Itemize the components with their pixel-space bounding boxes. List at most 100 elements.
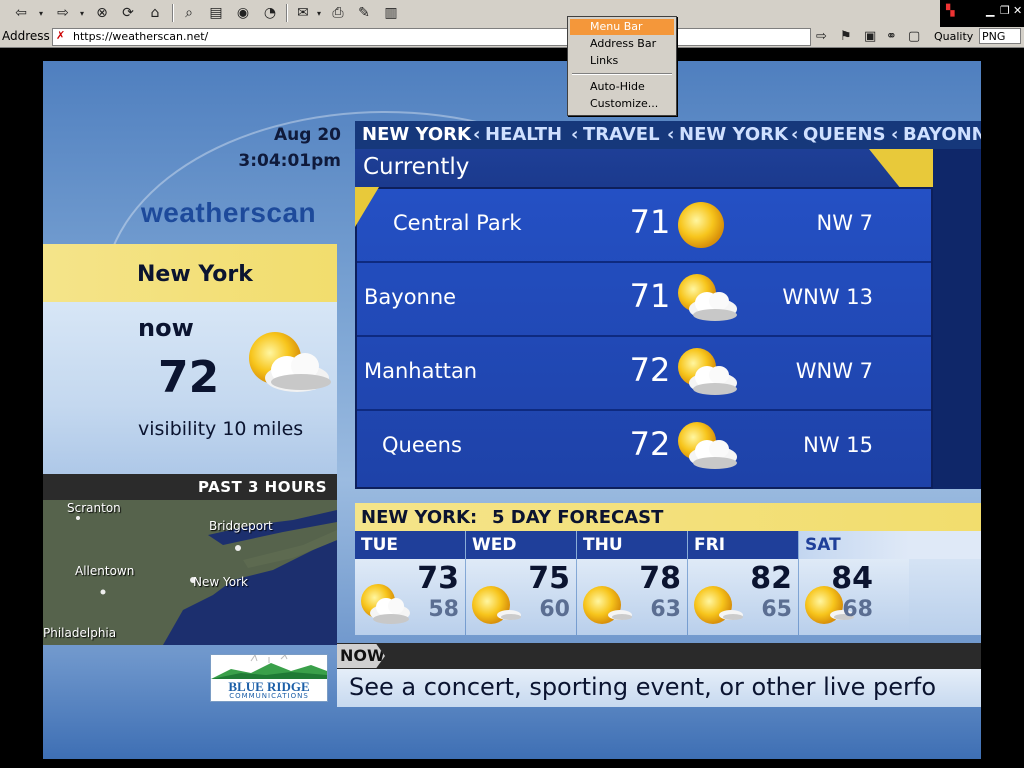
now-tag: NOW <box>337 644 385 668</box>
binoculars-icon[interactable]: ⚭ <box>886 29 897 44</box>
menu-item-menu-bar[interactable]: Menu Bar <box>570 19 674 35</box>
forecast-day-name: SAT <box>805 535 841 555</box>
forecast-low: 68 <box>842 597 873 622</box>
window-controls: ▚ ▁ ❐ ✕ <box>940 0 1024 27</box>
home-icon[interactable]: ⌂ <box>143 3 167 23</box>
forecast-low: 65 <box>761 597 792 622</box>
edit-icon[interactable]: ✎ <box>353 3 375 23</box>
forward-dropdown-icon[interactable]: ▾ <box>77 3 87 23</box>
print-icon[interactable]: ⎙ <box>327 3 349 23</box>
table-row: Bayonne 71 WNW 13 <box>357 263 931 337</box>
forward-arrow-icon[interactable]: ⇨ <box>50 3 76 23</box>
back-dropdown-icon[interactable]: ▾ <box>36 3 46 23</box>
search-icon[interactable]: ⌕ <box>178 3 200 23</box>
radar-label-bridgeport: Bridgeport <box>209 519 273 533</box>
save-page-icon[interactable]: ▣ <box>864 29 876 44</box>
clipboard-icon[interactable]: ▢ <box>908 29 920 44</box>
table-row: Manhattan 72 WNW 7 <box>357 337 931 411</box>
partly-cloudy-icon <box>361 584 410 624</box>
currently-header: Currently <box>355 149 933 229</box>
address-input[interactable]: ✗ https://weatherscan.net/ <box>52 28 811 46</box>
partly-cloudy-icon <box>678 422 737 469</box>
currently-title: Currently <box>363 154 470 180</box>
restore-icon[interactable]: ❐ <box>1000 4 1010 17</box>
sponsor-logo: BLUE RIDGE COMMUNICATIONS <box>210 654 328 702</box>
page-icon: ✗ <box>56 29 66 42</box>
forecast-day: FRI 82 65 <box>688 531 798 635</box>
forecast-low: 63 <box>650 597 681 622</box>
location-temp: 71 <box>629 277 671 315</box>
media-icon[interactable]: ◉ <box>232 3 254 23</box>
close-icon[interactable]: ✕ <box>1013 4 1022 17</box>
forecast-high: 84 <box>831 561 873 596</box>
forecast-title: 5 DAY FORECAST <box>492 507 664 528</box>
windows-logo-icon: ▚ <box>946 4 955 17</box>
visibility-text: visibility 10 miles <box>138 418 304 440</box>
bookmark-icon[interactable]: ⚑ <box>840 29 852 44</box>
time-text: 3:04:01pm <box>238 151 341 171</box>
forecast-day-name: THU <box>583 535 623 555</box>
location-temp: 71 <box>629 203 671 241</box>
forecast-high: 75 <box>528 561 570 596</box>
radar-map: Scranton Bridgeport Allentown New York P… <box>43 500 337 645</box>
menu-item-links[interactable]: Links <box>570 53 674 69</box>
forecast-day: TUE 73 58 <box>355 531 465 635</box>
forecast-low: 60 <box>539 597 570 622</box>
forecast-city: NEW YORK: <box>361 507 478 528</box>
forecast-high: 82 <box>750 561 792 596</box>
ticker-separator: ‹ <box>667 124 675 145</box>
mail-dropdown-icon[interactable]: ▾ <box>315 3 323 23</box>
location-wind: NW 15 <box>803 433 873 457</box>
menu-item-customize[interactable]: Customize... <box>570 96 674 112</box>
forecast-low: 58 <box>428 597 459 622</box>
table-row: Central Park 71 NW 7 <box>357 189 931 263</box>
ticker-separator: ‹ <box>473 124 481 145</box>
crawl-label-bar: NOW <box>337 643 981 669</box>
menu-item-auto-hide[interactable]: Auto-Hide <box>570 79 674 95</box>
radar-header-label: PAST 3 HOURS <box>198 478 327 496</box>
sponsor-subtitle: COMMUNICATIONS <box>229 692 309 700</box>
notes-icon[interactable]: ▥ <box>380 3 402 23</box>
menu-item-address-bar[interactable]: Address Bar <box>570 36 674 52</box>
forecast-filler <box>909 531 981 635</box>
radar-label-new-york: New York <box>193 575 248 589</box>
address-url: https://weatherscan.net/ <box>73 30 209 43</box>
mostly-sunny-icon <box>583 586 632 624</box>
back-arrow-icon[interactable]: ⇦ <box>8 3 34 23</box>
quality-select[interactable]: PNG <box>979 28 1021 44</box>
location-name: Manhattan <box>364 359 478 383</box>
mostly-sunny-icon <box>694 586 743 624</box>
forecast-day: WED 75 60 <box>466 531 576 635</box>
forecast-high: 73 <box>417 561 459 596</box>
favorites-icon[interactable]: ▤ <box>205 3 227 23</box>
mostly-sunny-icon <box>472 586 521 624</box>
partly-cloudy-icon <box>678 348 737 395</box>
forecast-day-body: 84 68 <box>799 559 909 635</box>
quality-label: Quality <box>934 30 974 43</box>
minimize-icon[interactable]: ▁ <box>986 4 994 17</box>
refresh-icon[interactable]: ⟳ <box>117 3 139 23</box>
sunny-icon <box>678 202 724 248</box>
history-icon[interactable]: ◔ <box>259 3 281 23</box>
forecast-day-body: 82 65 <box>688 559 798 635</box>
menu-separator <box>572 73 672 75</box>
location-ticker: NEW YORK ‹ HEALTH ‹ TRAVEL ‹ NEW YORK ‹ … <box>355 121 981 149</box>
current-conditions-table: Central Park 71 NW 7 Bayonne 71 WNW 13 M… <box>355 187 933 489</box>
date-text: Aug 20 <box>273 125 341 145</box>
location-temp: 72 <box>629 351 671 389</box>
stop-icon[interactable]: ⊗ <box>91 3 113 23</box>
address-row: Address ✗ https://weatherscan.net/ ⇨ ⚑ ▣… <box>0 27 1024 48</box>
forecast-day-header: THU <box>577 531 687 559</box>
forecast-day-name: WED <box>472 535 517 555</box>
partly-cloudy-icon <box>678 274 737 321</box>
go-arrow-icon[interactable]: ⇨ <box>816 29 827 44</box>
forecast-day-header: WED <box>466 531 576 559</box>
ticker-separator: ‹ <box>791 124 799 145</box>
ticker-item: BAYONNE <box>903 124 981 145</box>
ticker-separator: ‹ <box>571 124 579 145</box>
forecast-header: NEW YORK: 5 DAY FORECAST <box>355 503 981 531</box>
mountain-icon <box>211 655 327 679</box>
ticker-item: HEALTH <box>485 124 563 145</box>
mail-icon[interactable]: ✉ <box>292 3 314 23</box>
toolbar-context-menu: Menu Bar Address Bar Links Auto-Hide Cus… <box>567 16 677 116</box>
